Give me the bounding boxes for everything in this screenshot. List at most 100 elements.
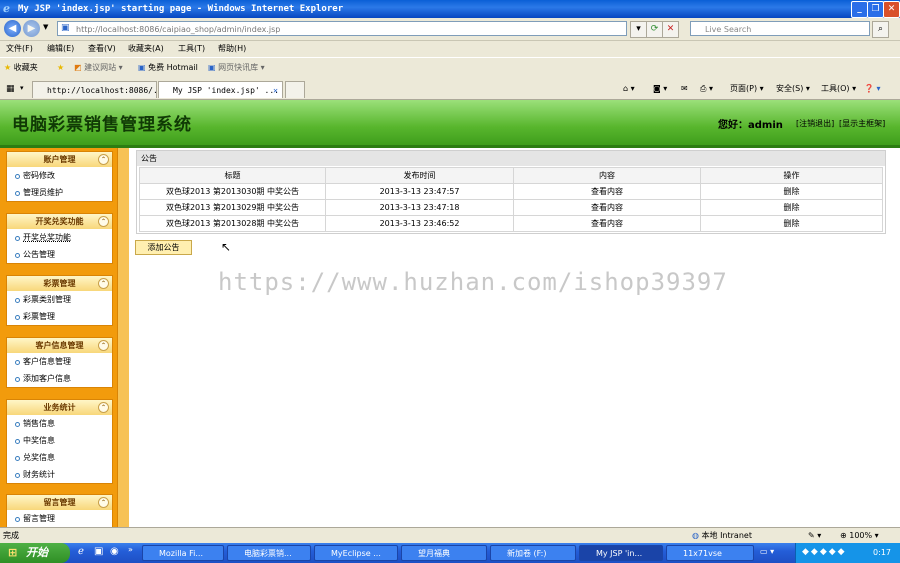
minimize-button[interactable]: _ bbox=[851, 1, 868, 18]
quicklaunch-more-icon[interactable]: » bbox=[128, 545, 133, 554]
taskbar-item-drive-f[interactable]: 新加卷 (F:) bbox=[490, 545, 576, 561]
tab-list-icon[interactable]: ▾ bbox=[20, 84, 24, 92]
address-input[interactable]: http://localhost:8086/caipiao_shop/admin… bbox=[57, 21, 627, 36]
forward-button[interactable]: ▶ bbox=[23, 20, 40, 37]
collapse-icon[interactable]: ⌃ bbox=[98, 154, 109, 165]
taskbar-item-11x71vse[interactable]: 11x71vse bbox=[666, 545, 754, 561]
mail-icon[interactable]: ✉ bbox=[681, 83, 688, 95]
close-window-button[interactable]: ✕ bbox=[883, 1, 900, 18]
taskbar-item-ie[interactable]: My JSP 'in... bbox=[579, 545, 663, 561]
sidebar-item-sales-info[interactable]: 销售信息 bbox=[7, 415, 112, 432]
quicklaunch-ie-icon[interactable]: ℯ bbox=[78, 546, 84, 557]
view-content-link[interactable]: 查看内容 bbox=[513, 215, 701, 232]
sidebar-item-admin-maintenance[interactable]: 管理员维护 bbox=[7, 184, 112, 201]
home-icon[interactable]: ⌂ ▾ bbox=[623, 83, 635, 95]
compat-view-icon[interactable]: ▾ bbox=[630, 21, 647, 38]
start-button[interactable]: ⊞ 开始 bbox=[0, 543, 70, 563]
sidebar-item-message-management[interactable]: 留言管理 bbox=[7, 510, 112, 527]
menu-favorites[interactable]: 收藏夹(A) bbox=[128, 41, 164, 56]
help-icon[interactable]: ❓ ▾ bbox=[864, 83, 881, 95]
protected-mode-icon[interactable]: ✎ ▾ bbox=[808, 529, 821, 543]
sidebar-item-lottery-management[interactable]: 彩票管理 bbox=[7, 308, 112, 325]
hotmail-link[interactable]: ▣ 免费 Hotmail bbox=[138, 61, 198, 75]
collapse-icon[interactable]: ⌃ bbox=[98, 216, 109, 227]
window-title: My JSP 'index.jsp' starting page - Windo… bbox=[18, 4, 344, 14]
show-frame-link[interactable]: [显示主框架] bbox=[839, 118, 885, 129]
delete-link[interactable]: 删除 bbox=[700, 215, 883, 232]
new-tab-button[interactable] bbox=[285, 81, 305, 98]
sidebar-group-title[interactable]: 业务统计 ⌃ bbox=[7, 400, 112, 415]
search-input[interactable]: Live Search bbox=[690, 21, 870, 36]
menu-view[interactable]: 查看(V) bbox=[88, 41, 116, 56]
sidebar-item-add-customer[interactable]: 添加客户信息 bbox=[7, 370, 112, 387]
tab-index-jsp[interactable]: My JSP 'index.jsp' ... ✕ bbox=[158, 81, 283, 98]
maximize-button[interactable]: ❐ bbox=[867, 1, 884, 18]
quick-tabs-icon[interactable]: ▦ bbox=[6, 84, 15, 94]
table-row: 双色球2013 第2013028期 中奖公告 2013-3-13 23:46:5… bbox=[139, 215, 883, 232]
collapse-icon[interactable]: ⌃ bbox=[98, 340, 109, 351]
menu-help[interactable]: 帮助(H) bbox=[218, 41, 246, 56]
mouse-cursor-icon: ↖ bbox=[221, 240, 232, 254]
sidebar-item-redeem-info[interactable]: 兑奖信息 bbox=[7, 449, 112, 466]
sidebar-group-account: 账户管理 ⌃ 密码修改 管理员维护 bbox=[6, 151, 113, 202]
view-content-link[interactable]: 查看内容 bbox=[513, 199, 701, 216]
address-toolbar: ◀ ▶ ▼ http://localhost:8086/caipiao_shop… bbox=[0, 18, 900, 41]
feeds-icon[interactable]: ◙ ▾ bbox=[653, 83, 667, 95]
stop-icon[interactable]: ✕ bbox=[662, 21, 679, 38]
sidebar-group-title[interactable]: 彩票管理 ⌃ bbox=[7, 276, 112, 291]
print-icon[interactable]: ⎙ ▾ bbox=[700, 83, 713, 95]
web-slice-link[interactable]: ▣ 网页快讯库 ▾ bbox=[208, 61, 265, 75]
collapse-icon[interactable]: ⌃ bbox=[98, 497, 109, 508]
taskbar-item-lottery-folder[interactable]: 电脑彩票销... bbox=[227, 545, 311, 561]
sidebar-group-title[interactable]: 账户管理 ⌃ bbox=[7, 152, 112, 167]
quicklaunch-media-icon[interactable]: ◉ bbox=[110, 546, 119, 557]
taskbar-item-folder[interactable]: 望月福典 bbox=[401, 545, 487, 561]
back-button[interactable]: ◀ bbox=[4, 20, 21, 37]
sidebar-item-change-password[interactable]: 密码修改 bbox=[7, 167, 112, 184]
sidebar-item-winning-info[interactable]: 中奖信息 bbox=[7, 432, 112, 449]
favorites-button[interactable]: ★ 收藏夹 bbox=[4, 61, 38, 75]
tab-localhost[interactable]: http://localhost:8086/... bbox=[32, 81, 157, 98]
notice-time: 2013-3-13 23:46:52 bbox=[325, 215, 514, 232]
collapse-icon[interactable]: ⌃ bbox=[98, 278, 109, 289]
view-content-link[interactable]: 查看内容 bbox=[513, 183, 701, 200]
safety-menu[interactable]: 安全(S) ▾ bbox=[776, 83, 810, 95]
sidebar-item-draw-redeem[interactable]: 开奖兑奖功能 bbox=[7, 229, 112, 246]
logout-link[interactable]: [注销退出] bbox=[796, 118, 834, 129]
system-tray: ◆◆◆◆◆ 0:17 bbox=[795, 543, 900, 563]
collapse-icon[interactable]: ⌃ bbox=[98, 402, 109, 413]
sidebar-group-messages: 留言管理 ⌃ 留言管理 bbox=[6, 494, 113, 527]
keyboard-icon[interactable]: ▭ ▾ bbox=[760, 547, 774, 556]
menu-file[interactable]: 文件(F) bbox=[6, 41, 33, 56]
delete-link[interactable]: 删除 bbox=[700, 199, 883, 216]
taskbar-item-firefox[interactable]: Mozilla Fi... bbox=[142, 545, 224, 561]
status-text: 完成 bbox=[3, 531, 19, 540]
add-notice-button[interactable]: 添加公告 bbox=[135, 240, 192, 255]
suggested-sites-link[interactable]: ◩ 建议网站 ▾ bbox=[74, 61, 123, 75]
page-menu[interactable]: 页面(P) ▾ bbox=[730, 83, 764, 95]
sidebar-group-lottery-draw: 开奖兑奖功能 ⌃ 开奖兑奖功能 公告管理 bbox=[6, 213, 113, 264]
taskbar-item-myeclipse[interactable]: MyEclipse ... bbox=[314, 545, 398, 561]
quicklaunch-desktop-icon[interactable]: ▣ bbox=[94, 546, 103, 557]
close-tab-icon[interactable]: ✕ bbox=[273, 82, 278, 98]
sidebar-splitter[interactable] bbox=[117, 148, 129, 527]
sidebar-item-customer-management[interactable]: 客户信息管理 bbox=[7, 353, 112, 370]
sidebar-item-finance-stats[interactable]: 财务统计 bbox=[7, 466, 112, 483]
sidebar-item-notice-management[interactable]: 公告管理 bbox=[7, 246, 112, 263]
tray-icons[interactable]: ◆◆◆◆◆ bbox=[802, 547, 847, 557]
sidebar-group-title[interactable]: 客户信息管理 ⌃ bbox=[7, 338, 112, 353]
menu-edit[interactable]: 编辑(E) bbox=[47, 41, 74, 56]
history-dropdown-icon[interactable]: ▼ bbox=[43, 23, 48, 31]
tools-menu[interactable]: 工具(O) ▾ bbox=[821, 83, 856, 95]
search-icon[interactable]: ⌕ bbox=[872, 21, 889, 38]
sidebar: 账户管理 ⌃ 密码修改 管理员维护 开奖兑奖功能 ⌃ 开奖兑奖功能 公告管理 彩票管… bbox=[0, 148, 129, 527]
sidebar-group-title[interactable]: 留言管理 ⌃ bbox=[7, 495, 112, 510]
add-favorite-icon[interactable]: ★ bbox=[57, 61, 64, 75]
sidebar-item-lottery-category[interactable]: 彩票类别管理 bbox=[7, 291, 112, 308]
sidebar-group-title[interactable]: 开奖兑奖功能 ⌃ bbox=[7, 214, 112, 229]
zoom-control[interactable]: ⊕ 100% ▾ bbox=[840, 529, 879, 543]
delete-link[interactable]: 删除 bbox=[700, 183, 883, 200]
refresh-icon[interactable]: ⟳ bbox=[646, 21, 663, 38]
menu-tools[interactable]: 工具(T) bbox=[178, 41, 205, 56]
bullet-icon bbox=[15, 315, 20, 320]
